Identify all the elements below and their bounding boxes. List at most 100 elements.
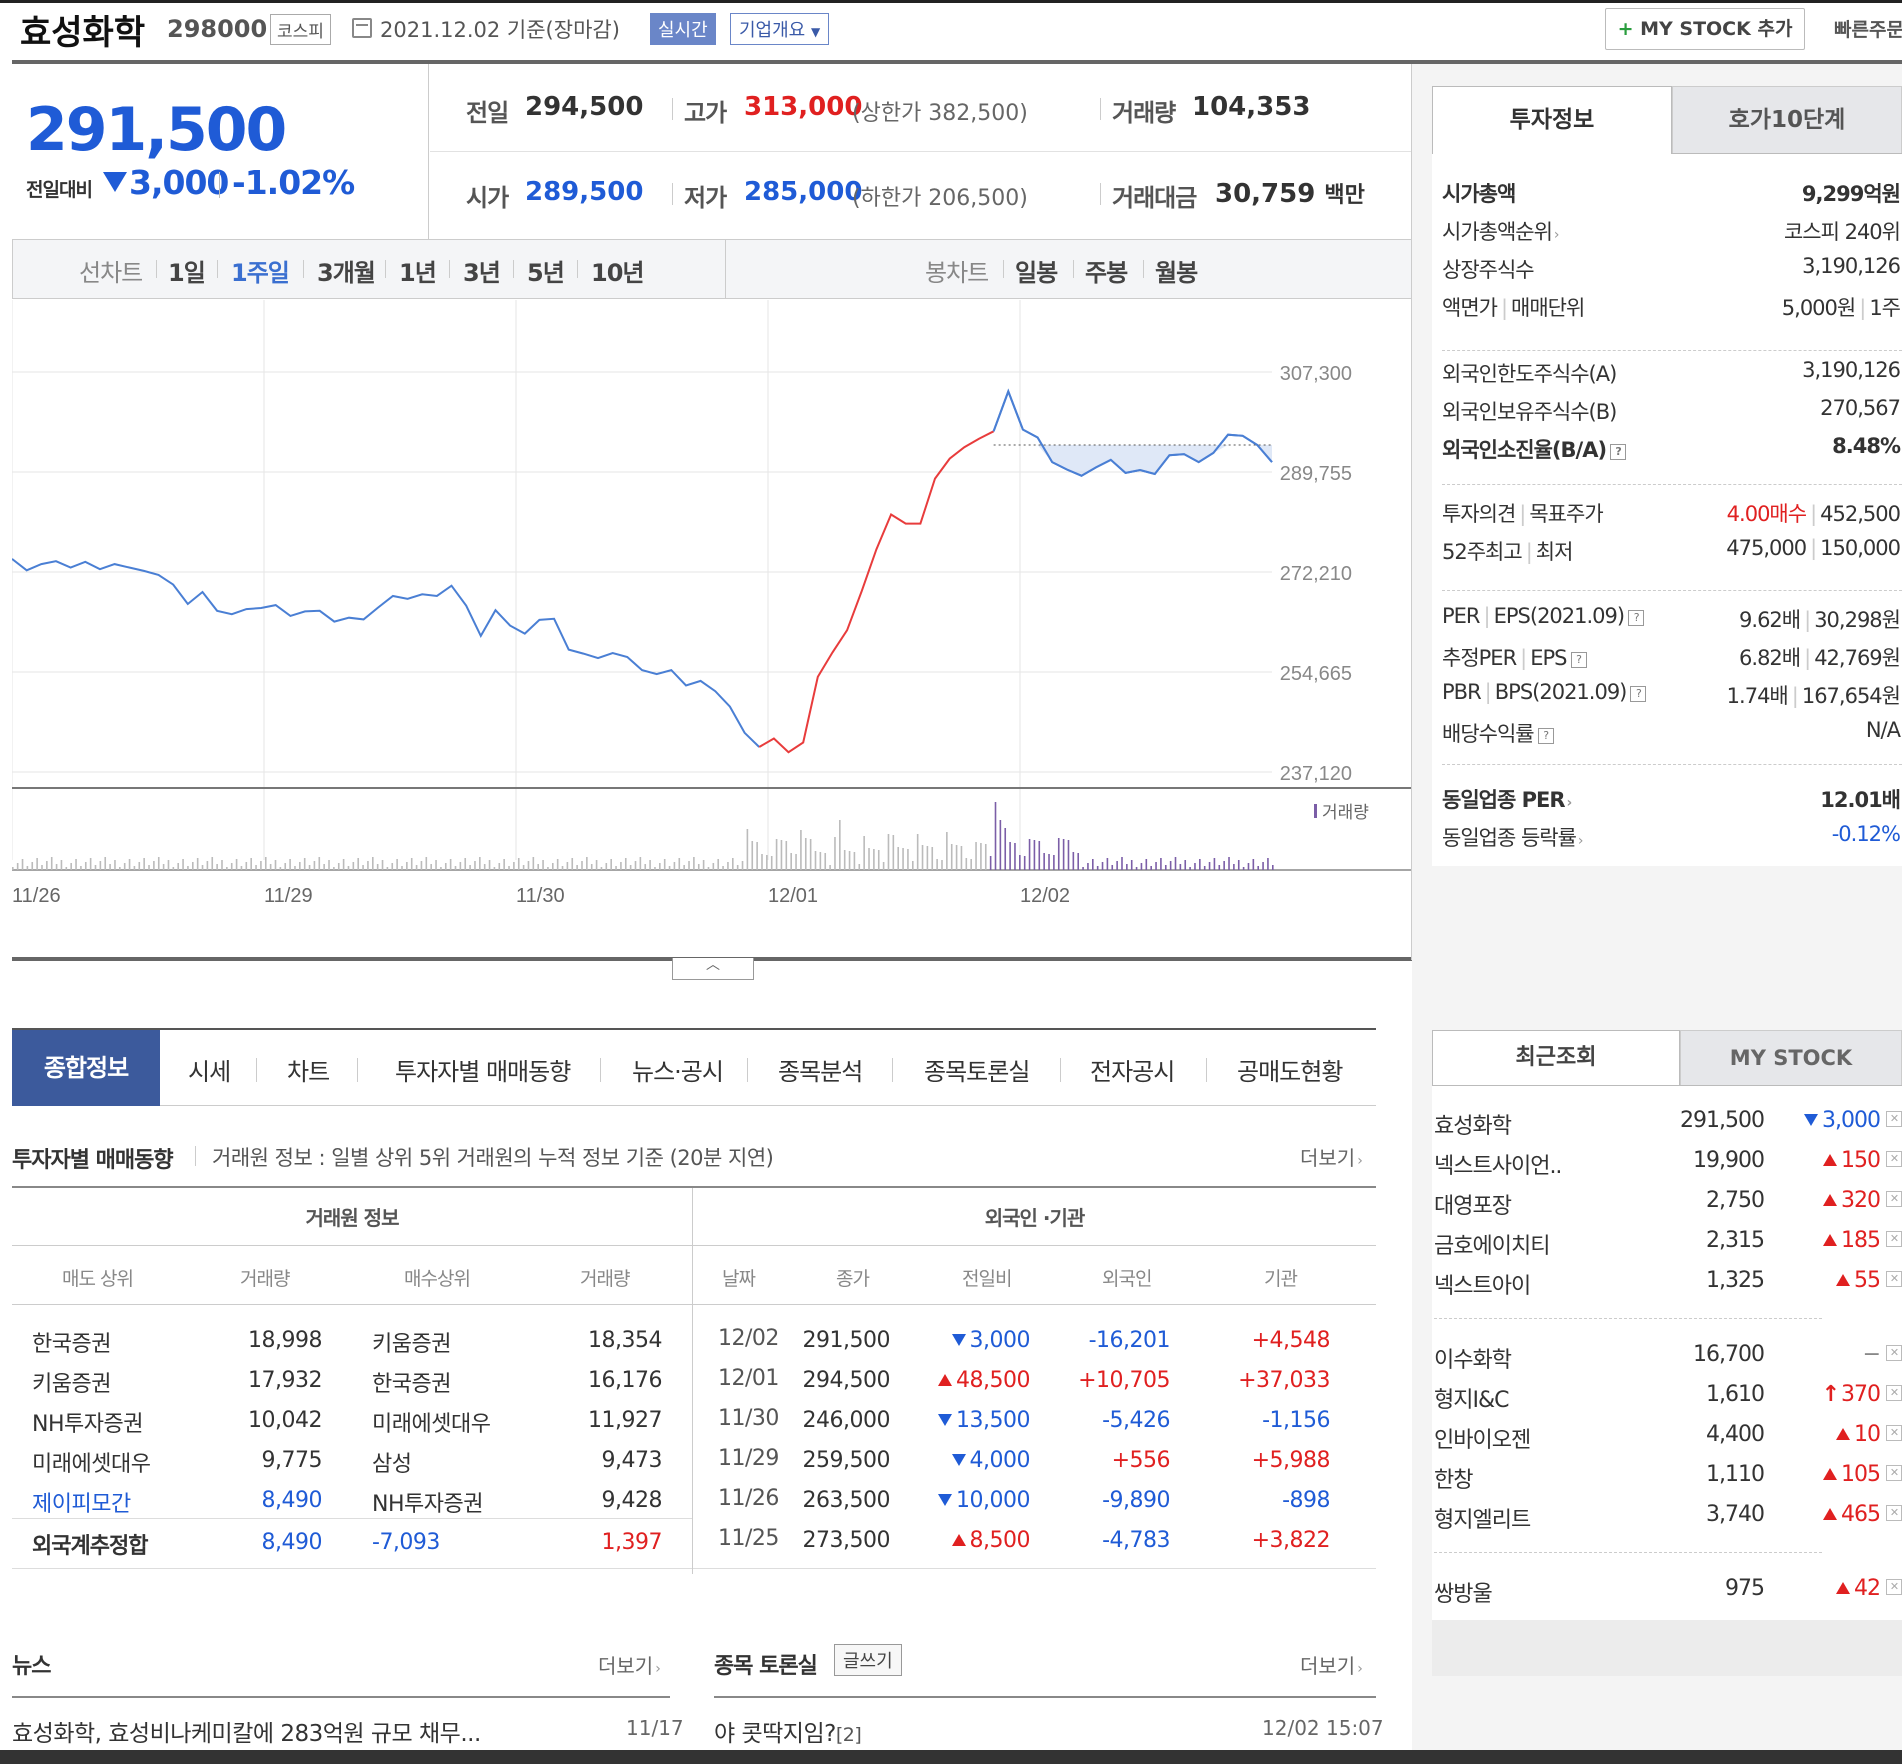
recent-stock-name[interactable]: 효성화학 bbox=[1434, 1108, 1512, 1140]
collapse-chart-handle[interactable]: ︿ bbox=[672, 958, 754, 980]
close-icon[interactable]: ✕ bbox=[1886, 1111, 1902, 1127]
write-post-button[interactable]: 글쓰기 bbox=[834, 1644, 902, 1676]
tab-invest-info[interactable]: 투자정보 bbox=[1432, 86, 1672, 154]
recent-stock-name[interactable]: 인바이오젠 bbox=[1434, 1422, 1531, 1454]
forum-item-title[interactable]: 야 콧딱지임?[2] bbox=[714, 1714, 862, 1748]
sell-broker[interactable]: 미래에셋대우 bbox=[32, 1446, 151, 1478]
tab-overview[interactable]: 종합정보 bbox=[12, 1030, 160, 1106]
add-mystock-button[interactable]: + MY STOCK 추가 bbox=[1605, 8, 1805, 50]
help-icon[interactable]: ? bbox=[1610, 444, 1627, 460]
recent-stock-name[interactable]: 대영포장 bbox=[1434, 1188, 1512, 1220]
recent-stock-row[interactable]: 인바이오젠 4,400 10 ✕ bbox=[1434, 1422, 1902, 1458]
recent-stock-row[interactable]: 이수화학 16,700 − ✕ bbox=[1434, 1342, 1902, 1378]
close-icon[interactable]: ✕ bbox=[1886, 1385, 1902, 1401]
candle-weekly[interactable]: 주봉 bbox=[1085, 253, 1128, 288]
close-icon[interactable]: ✕ bbox=[1886, 1191, 1902, 1207]
investor-more-link[interactable]: 더보기 › bbox=[1300, 1142, 1363, 1171]
tab-forum[interactable]: 종목토론실 bbox=[924, 1052, 1030, 1087]
sell-broker[interactable]: 제이피모간 bbox=[32, 1486, 131, 1518]
recent-stock-name[interactable]: 넥스트사이언.. bbox=[1434, 1148, 1562, 1180]
recent-stock-row[interactable]: 한창 1,110 105 ✕ bbox=[1434, 1462, 1902, 1498]
recent-stock-row[interactable]: 형지엘리트 3,740 465 ✕ bbox=[1434, 1502, 1902, 1538]
buy-broker[interactable]: 미래에셋대우 bbox=[372, 1406, 491, 1438]
tab-my-stock[interactable]: MY STOCK bbox=[1680, 1030, 1902, 1086]
close-icon[interactable]: ✕ bbox=[1886, 1505, 1902, 1521]
forum-more-link[interactable]: 더보기 › bbox=[1300, 1650, 1363, 1679]
recent-stock-row[interactable]: 효성화학 291,500 3,000 ✕ bbox=[1434, 1108, 1902, 1144]
news-item-title[interactable]: 효성화학, 효성비나케미칼에 283억원 규모 채무... bbox=[12, 1714, 481, 1748]
tab-chart[interactable]: 차트 bbox=[287, 1052, 330, 1087]
close-icon[interactable]: ✕ bbox=[1886, 1231, 1902, 1247]
tab-disclosure[interactable]: 전자공시 bbox=[1090, 1052, 1175, 1087]
divider bbox=[303, 260, 304, 278]
tab-recent-view[interactable]: 최근조회 bbox=[1432, 1030, 1680, 1086]
recent-stock-row[interactable]: 대영포장 2,750 320 ✕ bbox=[1434, 1188, 1902, 1224]
chart-period-bar: 선차트 1일 1주일 3개월 1년 3년 5년 10년 봉차트 일봉 주봉 월봉 bbox=[12, 239, 1412, 299]
close-icon[interactable]: ✕ bbox=[1886, 1345, 1902, 1361]
divider bbox=[12, 1304, 1376, 1305]
close-icon[interactable]: ✕ bbox=[1886, 1271, 1902, 1287]
divider bbox=[1003, 260, 1004, 278]
prev-label: 전일 bbox=[466, 99, 509, 127]
tab-order-book[interactable]: 호가10단계 bbox=[1672, 86, 1902, 154]
recent-stock-row[interactable]: 형지I&C 1,610 ↑370 ✕ bbox=[1434, 1382, 1902, 1418]
tab-news[interactable]: 뉴스·공시 bbox=[632, 1052, 724, 1087]
divider: | bbox=[1804, 608, 1811, 632]
period-10y[interactable]: 10년 bbox=[591, 253, 644, 288]
row-foreign: +10,705 bbox=[1078, 1368, 1170, 1393]
recent-stock-name[interactable]: 한창 bbox=[1434, 1462, 1473, 1494]
recent-stock-name[interactable]: 이수화학 bbox=[1434, 1342, 1512, 1374]
buy-broker[interactable]: 키움증권 bbox=[372, 1326, 451, 1358]
buy-broker[interactable]: 삼성 bbox=[372, 1446, 412, 1478]
row-date: 11/26 bbox=[718, 1486, 779, 1511]
help-icon[interactable]: ? bbox=[1628, 610, 1645, 626]
period-1w[interactable]: 1주일 bbox=[231, 253, 290, 288]
news-more-link[interactable]: 더보기 › bbox=[598, 1650, 661, 1679]
close-icon[interactable]: ✕ bbox=[1886, 1151, 1902, 1167]
buy-broker[interactable]: NH투자증권 bbox=[372, 1486, 483, 1518]
volume-bar bbox=[829, 865, 831, 870]
recent-stock-row[interactable]: 넥스트사이언.. 19,900 150 ✕ bbox=[1434, 1148, 1902, 1184]
divider bbox=[747, 1058, 748, 1082]
quick-order-button[interactable]: 빠른주문 bbox=[1834, 15, 1902, 42]
recent-stock-name[interactable]: 형지I&C bbox=[1434, 1382, 1509, 1414]
volume-bar bbox=[663, 859, 666, 870]
sell-broker[interactable]: 한국증권 bbox=[32, 1326, 111, 1358]
close-icon[interactable]: ✕ bbox=[1886, 1465, 1902, 1481]
help-icon[interactable]: ? bbox=[1570, 652, 1587, 668]
tab-short-selling[interactable]: 공매도현황 bbox=[1237, 1052, 1343, 1087]
period-3m[interactable]: 3개월 bbox=[317, 253, 376, 288]
period-5y[interactable]: 5년 bbox=[527, 253, 565, 288]
period-1y[interactable]: 1년 bbox=[399, 253, 437, 288]
period-3y[interactable]: 3년 bbox=[463, 253, 501, 288]
recent-stock-row[interactable]: 넥스트아이 1,325 55 ✕ bbox=[1434, 1268, 1902, 1304]
sell-broker[interactable]: NH투자증권 bbox=[32, 1406, 143, 1438]
realtime-button[interactable]: 실시간 bbox=[650, 13, 716, 45]
volume-bar bbox=[722, 866, 724, 870]
tab-price[interactable]: 시세 bbox=[188, 1052, 231, 1087]
recent-stock-row[interactable]: 쌍방울 975 42 ✕ bbox=[1434, 1576, 1902, 1612]
volume-bar bbox=[65, 867, 68, 870]
close-icon[interactable]: ✕ bbox=[1886, 1425, 1902, 1441]
help-icon[interactable]: ? bbox=[1537, 728, 1554, 744]
stock-name[interactable]: 효성화학 bbox=[20, 5, 145, 54]
company-overview-button[interactable]: 기업개요 ▼ bbox=[730, 13, 830, 45]
tab-analysis[interactable]: 종목분석 bbox=[778, 1052, 863, 1087]
recent-stock-name[interactable]: 쌍방울 bbox=[1434, 1576, 1493, 1608]
volume-bar bbox=[372, 857, 374, 870]
candle-daily[interactable]: 일봉 bbox=[1015, 253, 1058, 288]
recent-stock-row[interactable]: 금호에이치티 2,315 185 ✕ bbox=[1434, 1228, 1902, 1264]
period-1d[interactable]: 1일 bbox=[168, 253, 206, 288]
buy-broker[interactable]: 한국증권 bbox=[372, 1366, 451, 1398]
tab-investor-trend[interactable]: 투자자별 매매동향 bbox=[395, 1052, 571, 1087]
candle-monthly[interactable]: 월봉 bbox=[1155, 253, 1198, 288]
recent-stock-name[interactable]: 금호에이치티 bbox=[1434, 1228, 1550, 1260]
price-chart[interactable]: 307,300 289,755 272,210 254,665 237,120 11/26… bbox=[12, 300, 1412, 960]
volume-bar bbox=[274, 860, 277, 870]
recent-stock-name[interactable]: 넥스트아이 bbox=[1434, 1268, 1531, 1300]
help-icon[interactable]: ? bbox=[1630, 686, 1647, 702]
sell-broker[interactable]: 키움증권 bbox=[32, 1366, 111, 1398]
recent-stock-name[interactable]: 형지엘리트 bbox=[1434, 1502, 1531, 1534]
close-icon[interactable]: ✕ bbox=[1886, 1579, 1902, 1595]
invest-info-label: 배당수익률? bbox=[1442, 718, 1554, 748]
